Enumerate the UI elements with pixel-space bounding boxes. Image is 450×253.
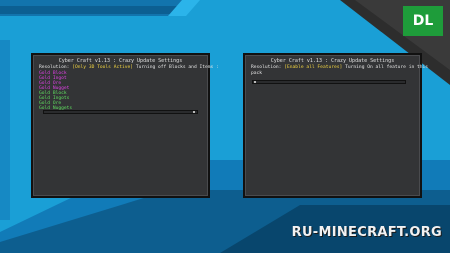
scrollbar-thumb[interactable] [254,81,256,83]
resolution-suffix: Turning On all feature in this [345,65,429,70]
site-watermark: RU-MINECRAFT.ORG [291,225,442,240]
horizontal-scrollbar[interactable] [252,80,406,84]
resolution-value[interactable]: [Enable all Features] [284,65,342,70]
resolution-prefix: Resolution: [251,65,282,70]
resolution-value[interactable]: [Only 3D Tools Active] [72,65,133,70]
panel-title: Cyber Craft v1.13 : Crazy Update Setting… [270,58,395,64]
disabled-items-list: Gold Block Gold Ingot Gold Ore Gold Nugg… [33,71,208,111]
resolution-suffix: Turning off Blocks and Items : [135,65,219,70]
resolution-line-continued: pack [251,71,263,76]
dl-badge: DL [403,6,443,36]
resolution-line: Resolution: [Enable all Features] Turnin… [245,65,428,71]
scrollbar-thumb[interactable] [193,111,195,113]
settings-panel-left: Cyber Craft v1.13 : Crazy Update Setting… [31,53,219,198]
panel-title: Cyber Craft v1.13 : Crazy Update Setting… [58,58,183,64]
settings-panel-right: Cyber Craft v1.13 : Crazy Update Setting… [243,53,428,198]
horizontal-scrollbar[interactable] [43,110,198,114]
resolution-prefix: Resolution: [39,65,70,70]
